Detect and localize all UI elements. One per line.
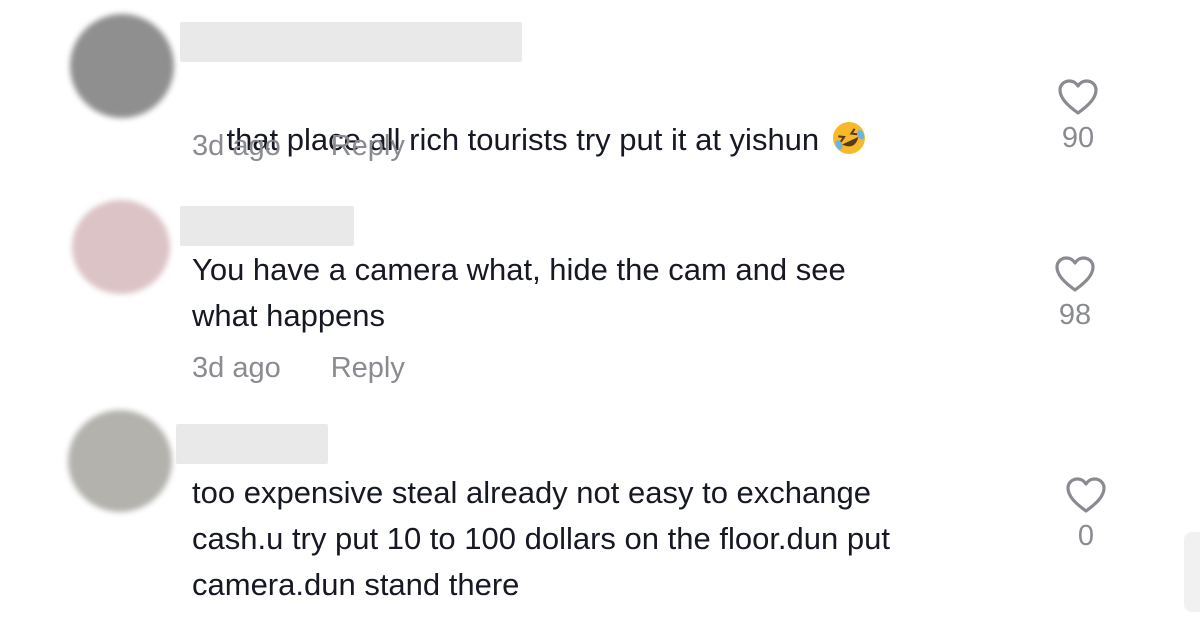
like-button[interactable]: 0	[1046, 476, 1126, 553]
username-redacted[interactable]	[180, 206, 354, 246]
scrollbar[interactable]	[1184, 532, 1200, 612]
like-count: 90	[1061, 122, 1095, 154]
timestamp: 3d ago	[192, 130, 281, 162]
reply-button[interactable]: Reply	[331, 130, 405, 162]
rolling-on-floor-laughing-emoji-icon	[833, 122, 866, 154]
avatar[interactable]	[72, 200, 170, 294]
like-button[interactable]: 90	[1038, 78, 1118, 155]
username-redacted[interactable]	[180, 22, 522, 62]
comment-meta: 3d ago Reply	[192, 130, 405, 163]
avatar[interactable]	[68, 410, 172, 512]
comment-text: You have a camera what, hide the cam and…	[192, 252, 846, 333]
comment-meta: 3d ago Reply	[192, 352, 405, 385]
heart-outline-icon	[1066, 477, 1106, 513]
like-count: 0	[1077, 520, 1095, 552]
like-count: 98	[1058, 299, 1092, 331]
like-button[interactable]: 98	[1035, 255, 1115, 332]
reply-button[interactable]: Reply	[331, 352, 405, 384]
timestamp: 3d ago	[192, 352, 281, 384]
comment-text: too expensive steal already not easy to …	[192, 475, 890, 602]
heart-outline-icon	[1055, 256, 1095, 292]
heart-outline-icon	[1058, 79, 1098, 115]
username-redacted[interactable]	[176, 424, 328, 464]
avatar[interactable]	[70, 14, 174, 118]
